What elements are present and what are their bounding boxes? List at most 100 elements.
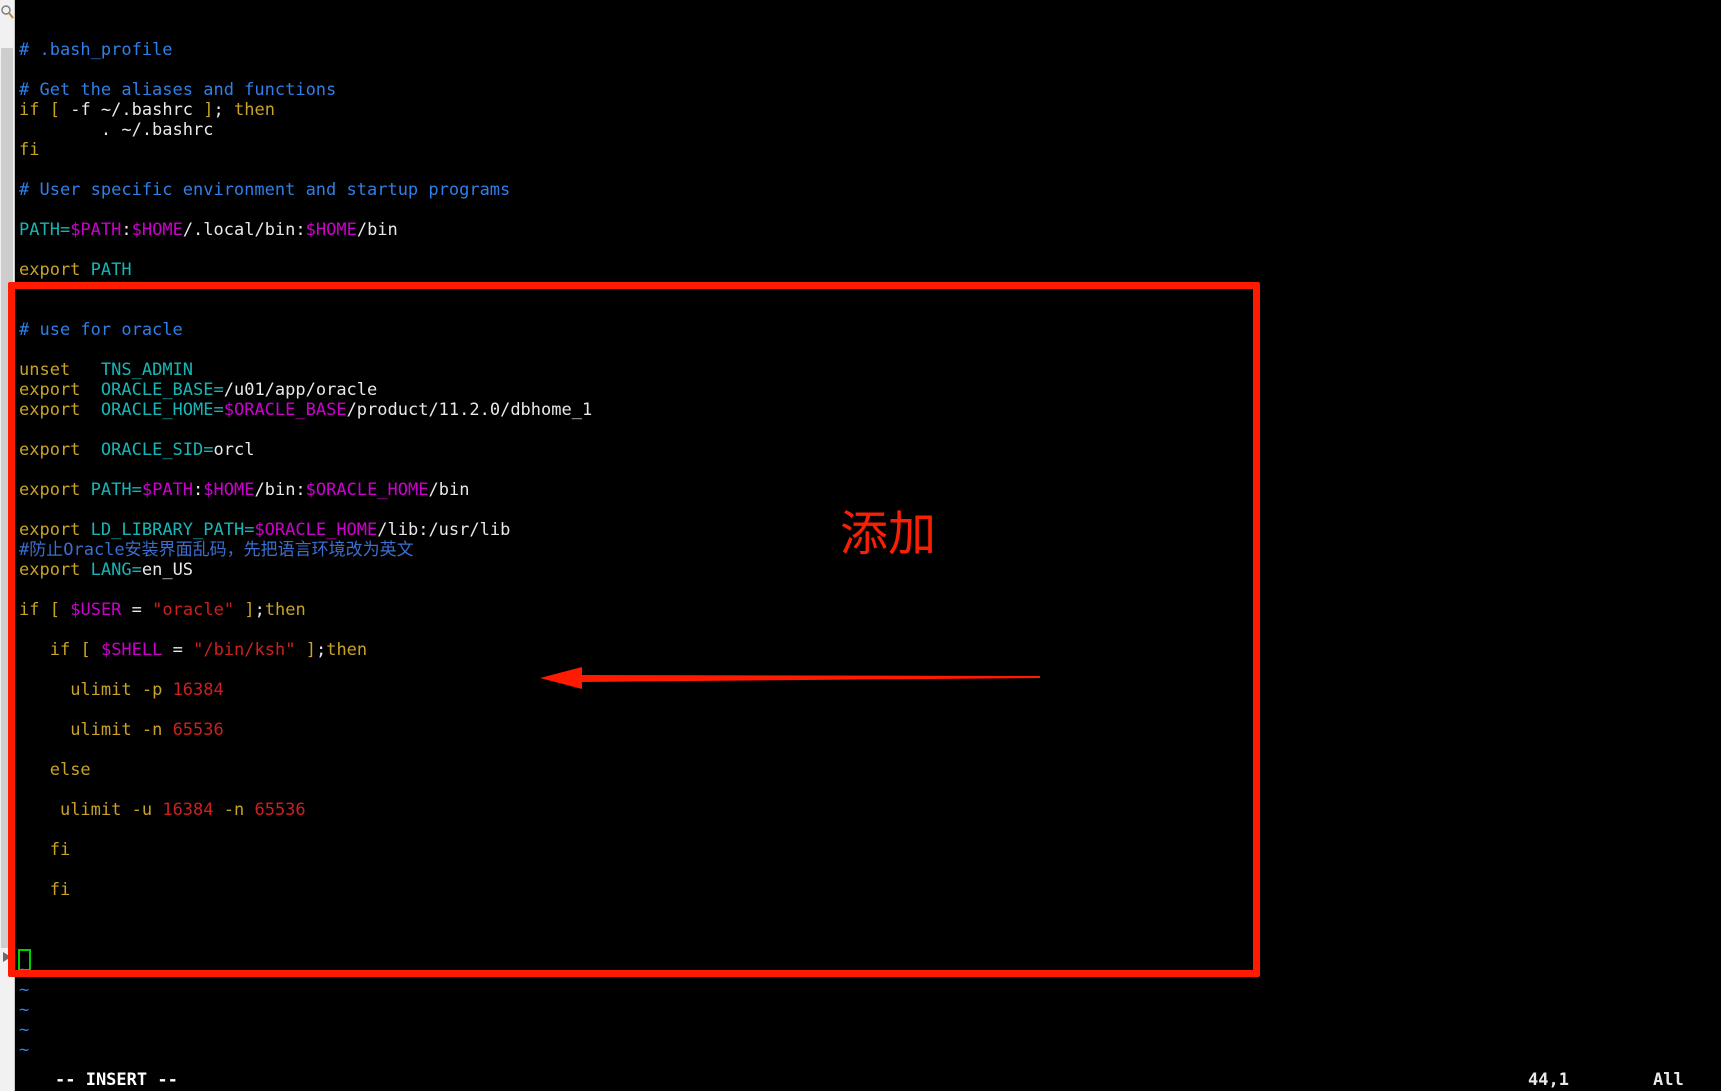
- code-token: PATH: [90, 260, 132, 280]
- code-token: if: [19, 600, 40, 620]
- code-token: #防止Oracle安装界面乱码，先把语言环境改为英文: [19, 540, 414, 560]
- code-token: LANG=: [90, 560, 142, 580]
- code-token: . ~/.bashrc: [19, 120, 214, 140]
- vim-status-line: -- INSERT -- 44,1 All: [15, 1069, 1721, 1091]
- code-token: 65536: [254, 800, 306, 820]
- code-line: export ORACLE_SID=orcl: [15, 440, 1721, 460]
- vim-filler-line: ~: [19, 1020, 30, 1040]
- code-token: $PATH: [70, 220, 122, 240]
- code-token: 16384: [172, 680, 224, 700]
- code-line: fi: [15, 840, 1721, 860]
- code-token: export: [19, 400, 81, 420]
- code-token: then: [264, 600, 306, 620]
- code-token: $HOME: [131, 220, 183, 240]
- code-token: :: [121, 220, 132, 240]
- code-token: ;: [213, 100, 235, 120]
- vim-filler-line: ~: [19, 1000, 30, 1020]
- code-line: # User specific environment and startup …: [15, 180, 1721, 200]
- code-token: /lib:/usr/lib: [377, 520, 511, 540]
- code-token: [: [80, 640, 91, 660]
- code-token: ]: [305, 640, 316, 660]
- code-token: 65536: [172, 720, 224, 740]
- code-token: "/bin/ksh": [193, 640, 296, 660]
- status-mode-label: -- INSERT --: [55, 1070, 178, 1090]
- scroll-arrow-icon[interactable]: [1, 949, 13, 963]
- code-token: ulimit: [59, 800, 122, 820]
- vim-cursor: [18, 949, 31, 971]
- code-token: ORACLE_HOME=: [100, 400, 224, 420]
- vertical-scrollbar-thumb[interactable]: [1, 48, 13, 948]
- code-token: if: [49, 640, 71, 660]
- vertical-scrollbar-track[interactable]: [0, 24, 14, 1091]
- code-token: [: [49, 600, 60, 620]
- code-token: unset: [19, 360, 71, 380]
- code-token: # .bash_profile: [19, 40, 173, 60]
- code-token: export: [19, 260, 81, 280]
- code-token: else: [49, 760, 91, 780]
- code-token: $HOME: [305, 220, 357, 240]
- code-token: export: [19, 520, 81, 540]
- code-line: export ORACLE_HOME=$ORACLE_BASE/product/…: [15, 400, 1721, 420]
- code-line: export PATH: [15, 260, 1721, 280]
- code-token: export: [19, 560, 81, 580]
- code-token: /product/11.2.0/dbhome_1: [346, 400, 593, 420]
- code-token: ulimit: [70, 680, 132, 700]
- code-line: if [ $USER = "oracle" ];then: [15, 600, 1721, 620]
- status-cursor-position: 44,1: [1528, 1070, 1569, 1090]
- code-token: /.local/bin:: [182, 220, 306, 240]
- code-token: ]: [244, 600, 255, 620]
- annotation-label: 添加: [840, 506, 937, 562]
- code-token: [: [49, 100, 60, 120]
- code-token: ulimit: [70, 720, 132, 740]
- window-left-gutter: [0, 0, 15, 1091]
- code-token: -n: [131, 720, 173, 740]
- code-line: . ~/.bashrc: [15, 120, 1721, 140]
- code-line: # .bash_profile: [15, 40, 1721, 60]
- code-line: ulimit -u 16384 -n 65536: [15, 800, 1721, 820]
- magnifier-icon[interactable]: [0, 2, 15, 24]
- code-line: else: [15, 760, 1721, 780]
- code-token: fi: [49, 840, 71, 860]
- code-token: PATH=: [90, 480, 142, 500]
- code-token: export: [19, 380, 81, 400]
- code-line: export ORACLE_BASE=/u01/app/oracle: [15, 380, 1721, 400]
- code-token: =: [162, 640, 194, 660]
- code-token: =: [131, 600, 142, 620]
- code-token: ORACLE_SID=: [100, 440, 214, 460]
- code-token: $ORACLE_BASE: [223, 400, 347, 420]
- code-token: $ORACLE_HOME: [305, 480, 429, 500]
- code-token: PATH=: [19, 220, 71, 240]
- code-token: :: [193, 480, 204, 500]
- code-line: ulimit -n 65536: [15, 720, 1721, 740]
- code-line: fi: [15, 140, 1721, 160]
- code-line: # Get the aliases and functions: [15, 80, 1721, 100]
- code-token: # User specific environment and startup …: [19, 180, 511, 200]
- status-scroll-indicator: All: [1653, 1070, 1684, 1090]
- code-token: LD_LIBRARY_PATH=: [90, 520, 255, 540]
